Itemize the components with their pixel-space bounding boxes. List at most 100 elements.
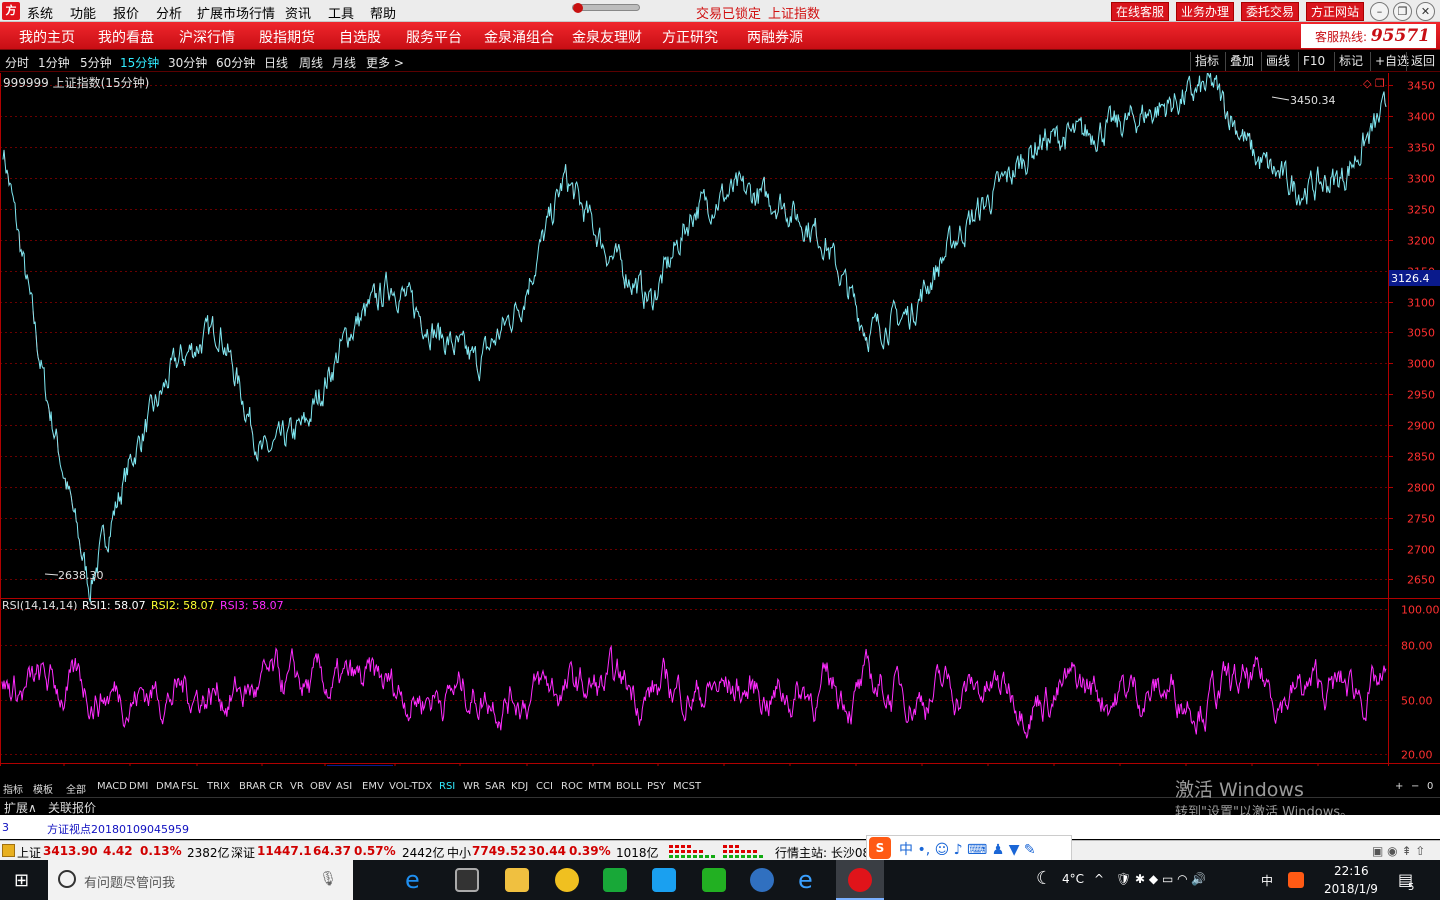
nav-my-board[interactable]: 我的看盘	[98, 27, 154, 47]
diamond-marker-icon[interactable]: ◇ ❐	[1363, 77, 1385, 90]
indicator-tab-mtm[interactable]: MTM	[588, 781, 611, 792]
trade-lock-status[interactable]: 交易已锁定	[696, 3, 761, 22]
minimize-icon[interactable]: –	[1370, 2, 1389, 21]
indicator-tab-obv[interactable]: OBV	[310, 781, 331, 792]
news-headline[interactable]: 方证视点20180109045959	[47, 821, 189, 837]
nav-wealth[interactable]: 金泉友理财	[572, 27, 642, 47]
indicator-tab-psy[interactable]: PSY	[647, 781, 666, 792]
tool-indicator[interactable]: 指标	[1190, 52, 1223, 71]
nav-research[interactable]: 方正研究	[662, 27, 718, 47]
tool-f10[interactable]: F10	[1298, 52, 1329, 71]
volume-slider[interactable]	[572, 3, 640, 13]
tray-chevron-icon[interactable]: ^	[1094, 872, 1104, 886]
trade-button[interactable]: 委托交易	[1241, 2, 1300, 21]
website-button[interactable]: 方正网站	[1306, 2, 1365, 21]
nav-margin-source[interactable]: 两融券源	[747, 27, 803, 47]
menu-news[interactable]: 资讯	[285, 3, 311, 22]
nav-index-futures[interactable]: 股指期货	[259, 27, 315, 47]
menu-extended-market[interactable]: 扩展市场行情	[197, 3, 275, 22]
app-icon-green[interactable]	[603, 868, 627, 892]
edge-icon[interactable]: e	[405, 868, 429, 892]
indicator-tab-cr[interactable]: CR	[269, 781, 283, 792]
indicator-tab-fsl[interactable]: FSL	[181, 781, 199, 792]
ime-indicator[interactable]: 中	[1261, 872, 1273, 889]
indicator-tab-kdj[interactable]: KDJ	[511, 781, 528, 792]
indicator-tab-模板[interactable]: 模板	[33, 781, 53, 796]
indicator-tab-trix[interactable]: TRIX	[207, 781, 230, 792]
indicator-tab-sar[interactable]: SAR	[485, 781, 505, 792]
ie-icon[interactable]: e	[798, 868, 822, 892]
indicator-tab-wr[interactable]: WR	[463, 781, 480, 792]
file-explorer-icon[interactable]	[505, 868, 529, 892]
related-quotes-button[interactable]: 关联报价	[48, 799, 96, 816]
sogou-tray-icon[interactable]	[1288, 872, 1304, 888]
indicator-tab-asi[interactable]: ASI	[336, 781, 352, 792]
kline-chart[interactable]: 3450340033503300325032003150310030503000…	[0, 71, 1440, 779]
microphone-icon[interactable]: 🎙	[319, 871, 337, 887]
tool-draw[interactable]: 画线	[1261, 52, 1294, 71]
founder-app-taskbar-item[interactable]	[836, 860, 884, 900]
period-60min[interactable]: 60分钟	[216, 54, 255, 71]
clock-time[interactable]: 22:16	[1334, 864, 1369, 878]
indicator-tab-vr[interactable]: VR	[290, 781, 304, 792]
indicator-tab-roc[interactable]: ROC	[561, 781, 583, 792]
indicator-tab-指标[interactable]: 指标	[3, 781, 23, 796]
market-icon[interactable]	[2, 844, 15, 857]
menu-tools[interactable]: 工具	[328, 3, 354, 22]
iqiyi-icon[interactable]	[702, 868, 726, 892]
nav-my-home[interactable]: 我的主页	[19, 27, 75, 47]
tool-overlay[interactable]: 叠加	[1225, 52, 1258, 71]
menu-analysis[interactable]: 分析	[156, 3, 182, 22]
close-icon[interactable]: ✕	[1416, 2, 1435, 21]
cortana-search-box[interactable]: 有问题尽管问我 🎙	[48, 860, 353, 900]
indicator-tab-boll[interactable]: BOLL	[616, 781, 642, 792]
period-15min[interactable]: 15分钟	[120, 54, 159, 71]
sogou-ime-icon[interactable]: S	[869, 837, 891, 859]
windows-start-icon[interactable]: ⊞	[14, 870, 29, 891]
online-service-button[interactable]: 在线客服	[1111, 2, 1170, 21]
server-status[interactable]: 行情主站: 长沙08	[775, 844, 870, 861]
clock-date[interactable]: 2018/1/9	[1324, 882, 1378, 896]
expand-button[interactable]: 扩展∧	[4, 799, 37, 816]
indicator-tab-cci[interactable]: CCI	[536, 781, 553, 792]
ime-mode-chinese-icon[interactable]: 中 •, ☺ ♪ ⌨ ♟ ▼ ✎	[899, 839, 1036, 859]
indicator-tab-dmi[interactable]: DMI	[129, 781, 148, 792]
menu-help[interactable]: 帮助	[370, 3, 396, 22]
indicator-tab-全部[interactable]: 全部	[66, 781, 86, 796]
weather-moon-icon[interactable]: ☾	[1036, 868, 1052, 889]
ime-toolbar[interactable]: S 中 •, ☺ ♪ ⌨ ♟ ▼ ✎	[866, 835, 1072, 861]
sz-index-label[interactable]: 深证	[231, 844, 255, 861]
nav-portfolio[interactable]: 金泉涌组合	[484, 27, 554, 47]
slider-knob[interactable]	[573, 3, 583, 13]
sme-index-label[interactable]: 中小	[447, 844, 471, 861]
indicator-tab-emv[interactable]: EMV	[362, 781, 384, 792]
chart-area[interactable]: 3450340033503300325032003150310030503000…	[0, 71, 1440, 779]
menu-system[interactable]: 系统	[27, 3, 53, 22]
nav-watchlist[interactable]: 自选股	[339, 27, 381, 47]
indicator-tab-vol-tdx[interactable]: VOL-TDX	[389, 781, 432, 792]
nav-service-platform[interactable]: 服务平台	[406, 27, 462, 47]
indicator-tab-dma[interactable]: DMA	[156, 781, 179, 792]
indicator-tab-rsi[interactable]: RSI	[439, 781, 455, 792]
tool-mark[interactable]: 标记	[1334, 52, 1367, 71]
period-more[interactable]: 更多 >	[366, 54, 404, 71]
tool-back[interactable]: 返回	[1406, 52, 1439, 71]
menu-quote[interactable]: 报价	[113, 3, 139, 22]
status-tray-icons[interactable]: ▣ ◉ ⇞ ⇧	[1372, 844, 1425, 858]
sh-index-label[interactable]: 上证	[17, 844, 41, 861]
temperature[interactable]: 4°C	[1062, 872, 1084, 886]
period-1min[interactable]: 1分钟	[38, 54, 70, 71]
period-weekly[interactable]: 周线	[299, 54, 323, 71]
indicator-control-1[interactable]: −	[1411, 781, 1419, 792]
indicator-tab-mcst[interactable]: MCST	[673, 781, 701, 792]
menu-function[interactable]: 功能	[70, 3, 96, 22]
period-30min[interactable]: 30分钟	[168, 54, 207, 71]
trading-app-icon[interactable]	[750, 868, 774, 892]
period-intraday[interactable]: 分时	[5, 54, 29, 71]
indicator-control-0[interactable]: +	[1395, 781, 1403, 792]
period-5min[interactable]: 5分钟	[80, 54, 112, 71]
indicator-control-2[interactable]: 0	[1427, 781, 1433, 792]
period-daily[interactable]: 日线	[264, 54, 288, 71]
business-button[interactable]: 业务办理	[1176, 2, 1235, 21]
nav-hs-market[interactable]: 沪深行情	[179, 27, 235, 47]
